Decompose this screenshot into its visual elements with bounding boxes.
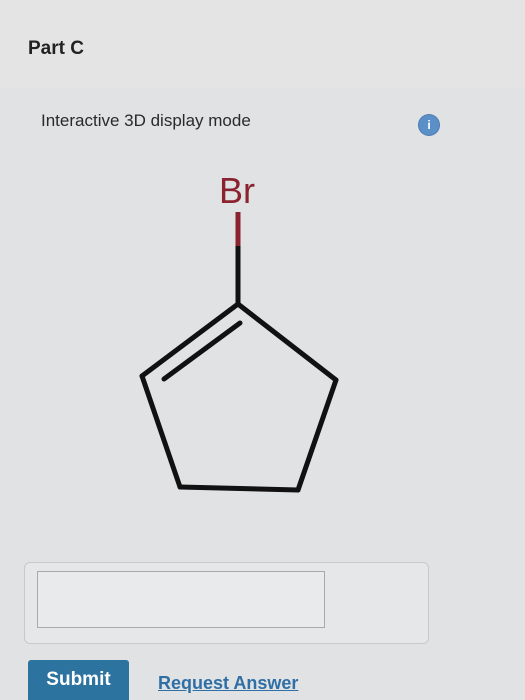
ring-bond-5 (139, 301, 241, 379)
ring-bond-4 (139, 373, 183, 490)
submit-button[interactable]: Submit (28, 660, 129, 700)
bromine-atom-label: Br (219, 170, 255, 211)
molecule-viewer[interactable]: Br (0, 150, 525, 510)
request-answer-link[interactable]: Request Answer (158, 673, 298, 694)
info-icon[interactable]: i (419, 115, 439, 135)
display-mode-label: Interactive 3D display mode (41, 111, 251, 130)
ring-bond-2 (295, 377, 339, 493)
ring-bond-1 (235, 301, 339, 383)
info-glyph: i (427, 118, 431, 132)
ring-bond-3 (177, 484, 301, 493)
part-title: Part C (28, 38, 84, 59)
answer-container (24, 562, 429, 644)
answer-input[interactable] (37, 571, 325, 628)
